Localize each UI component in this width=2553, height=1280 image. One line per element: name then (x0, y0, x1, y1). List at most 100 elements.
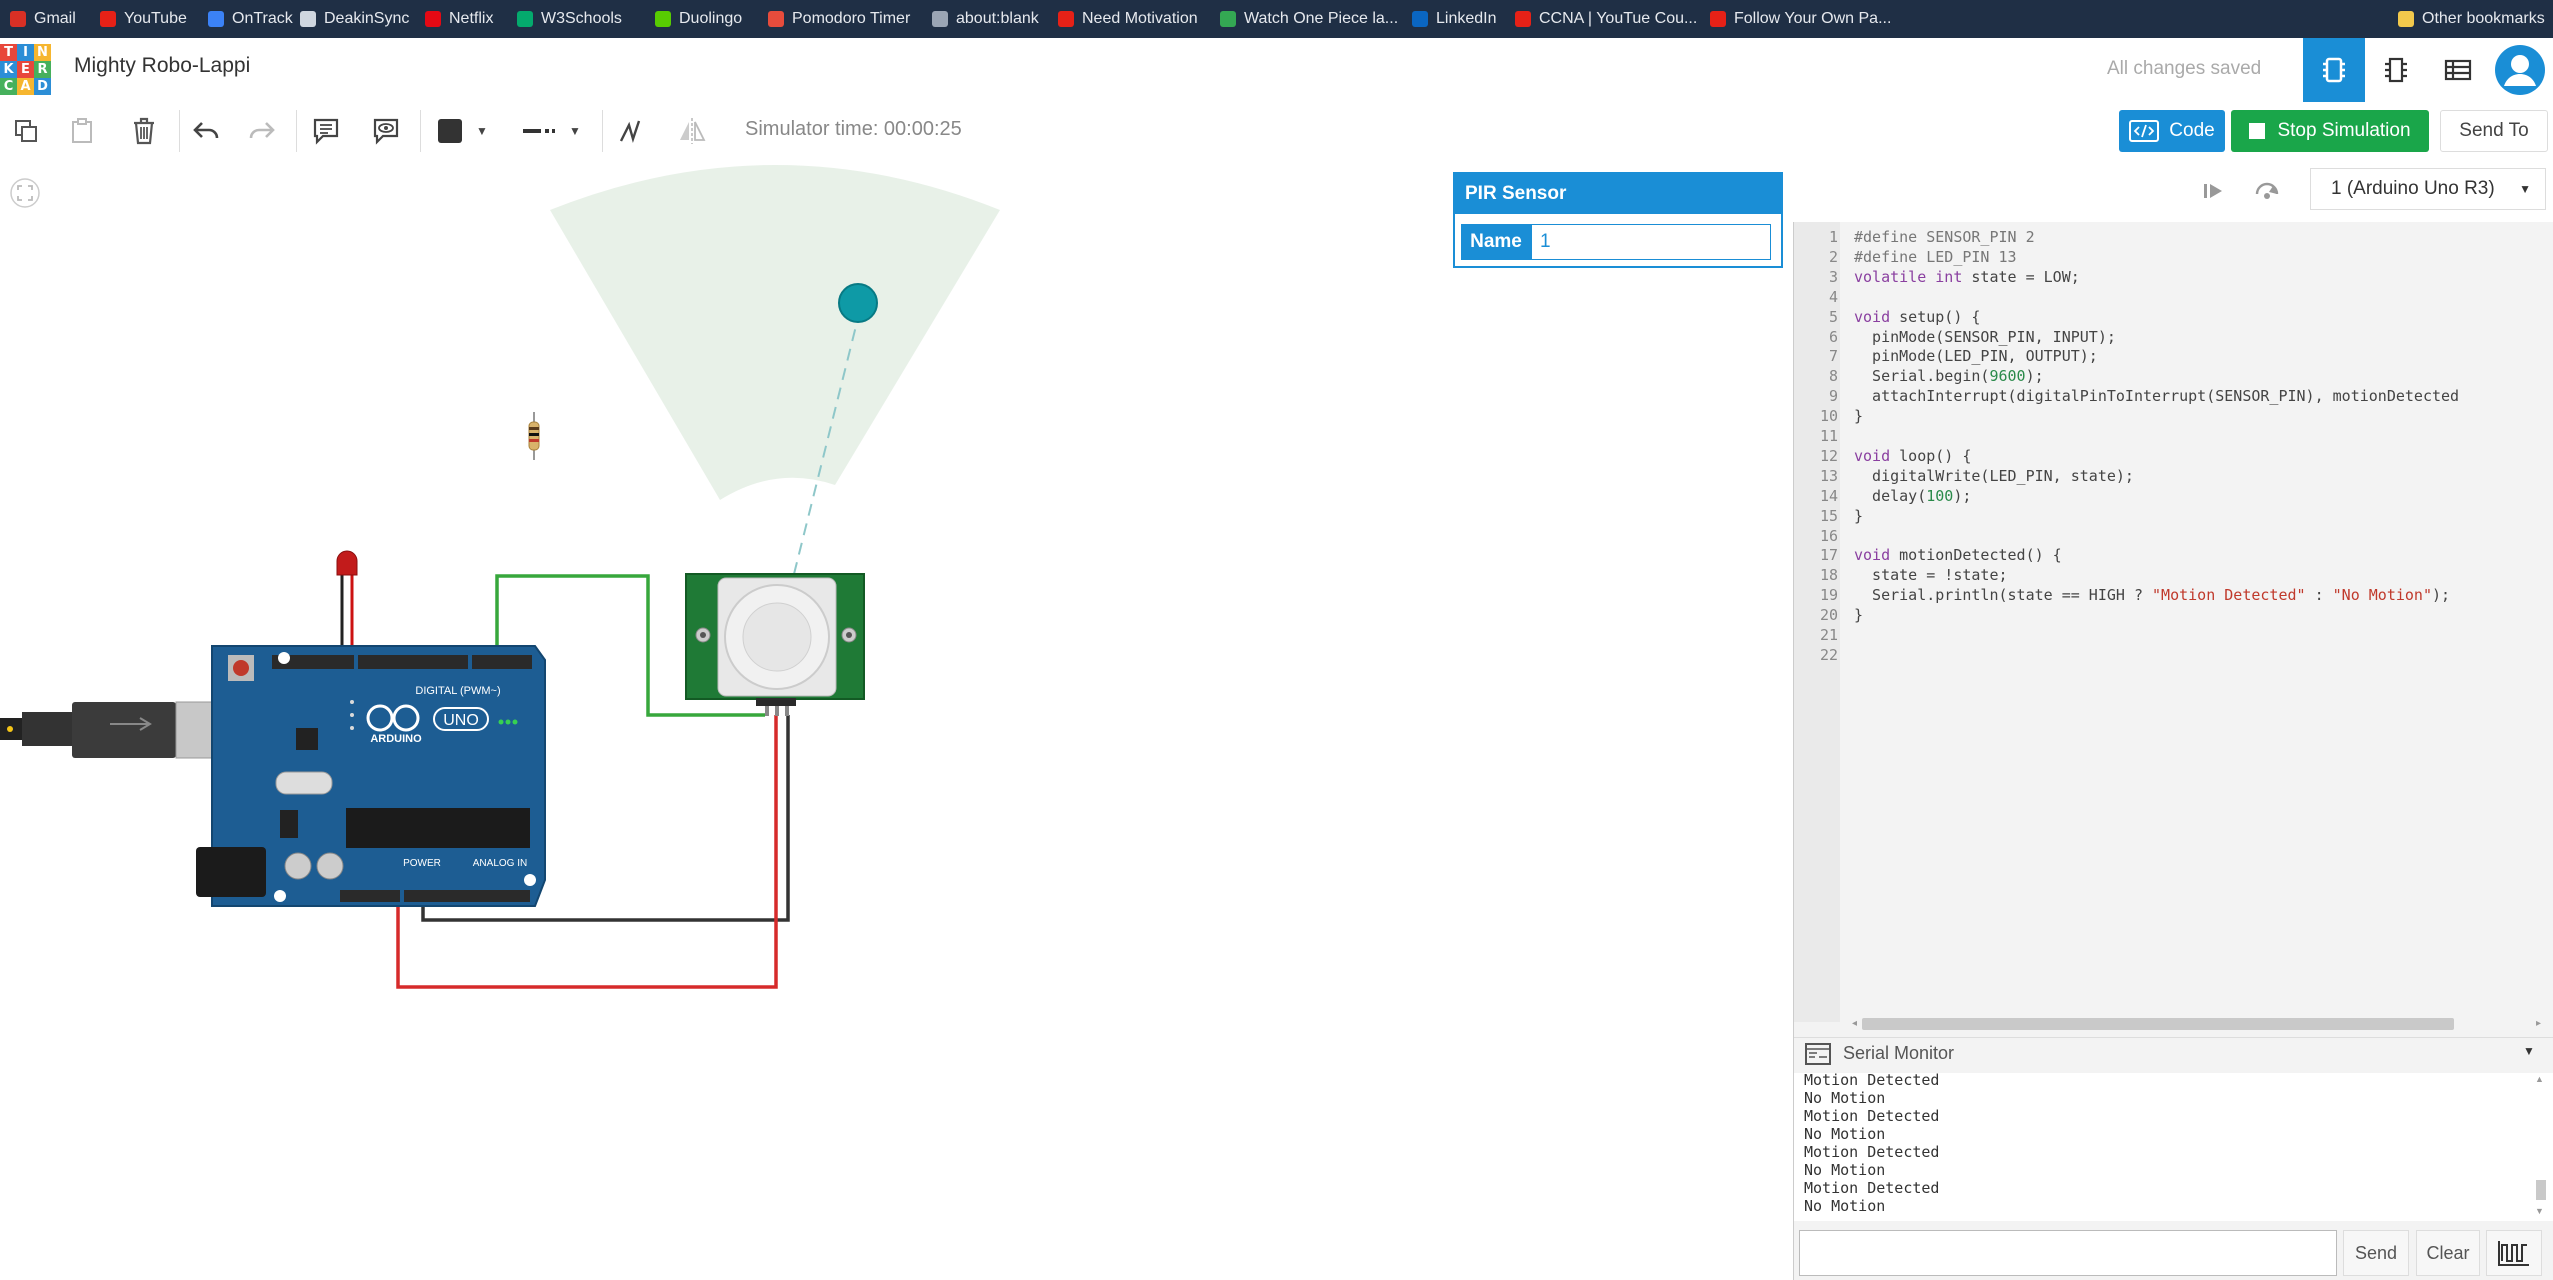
eye-note-icon (373, 118, 399, 145)
line-number: 16 (1819, 526, 1838, 545)
serial-line: No Motion (1804, 1125, 1886, 1143)
red-led[interactable] (336, 550, 358, 660)
bookmark-item[interactable]: Watch One Piece la... (1220, 0, 1398, 38)
bookmark-item[interactable]: CCNA | YouTue Cou... (1515, 0, 1697, 38)
bookmark-item[interactable]: W3Schools (517, 0, 622, 38)
simulated-object[interactable] (838, 283, 878, 323)
globe-icon (932, 11, 948, 27)
line-number: 10 (1819, 407, 1838, 426)
code-editor[interactable]: #define SENSOR_PIN 2 #define LED_PIN 13 vo… (1840, 222, 2553, 1022)
bookmark-label: OnTrack (232, 10, 293, 27)
rotate-button[interactable] (610, 108, 650, 154)
serial-input-field[interactable] (1799, 1230, 2337, 1276)
toggle-notes-visibility-button[interactable] (366, 108, 406, 154)
serial-line: Motion Detected (1804, 1107, 1940, 1125)
wire-type-picker[interactable]: ▼ (510, 108, 592, 154)
bookmark-item[interactable]: Follow Your Own Pa... (1710, 0, 1891, 38)
serial-scrollbar[interactable]: ▲ ▼ (2535, 1074, 2547, 1218)
bookmark-item[interactable]: Duolingo (655, 0, 742, 38)
serial-scrollbar-thumb[interactable] (2536, 1180, 2546, 1200)
code-line: Serial.begin(9600); (1854, 367, 2044, 386)
bookmark-item[interactable]: OnTrack (208, 0, 293, 38)
line-number: 2 (1828, 247, 1838, 266)
line-number: 20 (1819, 606, 1838, 625)
resistor[interactable] (528, 412, 540, 460)
bookmark-label: YouTube (124, 10, 187, 27)
collapse-chevron-icon[interactable]: ▼ (2523, 1044, 2535, 1058)
serial-line: Motion Detected (1804, 1073, 1940, 1089)
paste-button[interactable] (62, 108, 102, 154)
workplane-canvas[interactable]: UNO ARDUINO DIGITAL (PWM~) POWER ANALOG … (0, 162, 1793, 1280)
notes-button[interactable] (306, 108, 346, 154)
chevron-down-icon: ▼ (569, 124, 581, 138)
schematic-icon (2385, 57, 2407, 83)
serial-monitor-icon (1805, 1043, 1831, 1065)
line-number: 9 (1828, 387, 1838, 406)
inspector-name-input[interactable]: 1 (1531, 224, 1771, 260)
code-line: pinMode(LED_PIN, OUTPUT); (1854, 347, 2098, 366)
stop-simulation-button[interactable]: Stop Simulation (2231, 110, 2429, 152)
bookmark-item[interactable]: Netflix (425, 0, 493, 38)
code-line: digitalWrite(LED_PIN, state); (1854, 466, 2134, 485)
serial-clear-button[interactable]: Clear (2416, 1230, 2480, 1276)
bookmark-item[interactable]: Gmail (10, 0, 76, 38)
schematic-view-button[interactable] (2365, 38, 2427, 102)
duolingo-icon (655, 11, 671, 27)
other-bookmarks[interactable]: Other bookmarks (2398, 0, 2545, 38)
copy-button[interactable] (6, 108, 46, 154)
board-analog-label: ANALOG IN (473, 858, 527, 869)
tinkercad-logo[interactable]: TINKERCAD (0, 44, 52, 96)
bookmark-item[interactable]: YouTube (100, 0, 187, 38)
bookmark-item[interactable]: Need Motivation (1058, 0, 1198, 38)
bookmark-label: Gmail (34, 10, 76, 27)
project-title[interactable]: Mighty Robo-Lappi (74, 54, 250, 78)
bookmark-label: Netflix (449, 10, 494, 27)
component-list-button[interactable] (2427, 38, 2489, 102)
other-bookmarks-label: Other bookmarks (2422, 10, 2545, 27)
serial-graph-button[interactable] (2486, 1230, 2542, 1276)
bookmark-item[interactable]: LinkedIn (1412, 0, 1497, 38)
inspector-name-label: Name (1461, 224, 1531, 260)
serial-line: No Motion (1804, 1089, 1886, 1107)
code-line: attachInterrupt(digitalPinToInterrupt(SE… (1854, 387, 2460, 406)
bookmark-item[interactable]: DeakinSync (300, 0, 409, 38)
arduino-uno-board[interactable]: UNO ARDUINO DIGITAL (PWM~) POWER ANALOG … (196, 645, 546, 907)
line-number: 5 (1828, 307, 1838, 326)
undo-button[interactable] (186, 108, 226, 154)
code-line: } (1854, 407, 1864, 426)
device-select[interactable]: 1 (Arduino Uno R3) ▼ (2310, 168, 2546, 210)
circuit-view-button[interactable] (2303, 38, 2365, 102)
bookmark-item[interactable]: Pomodoro Timer (768, 0, 910, 38)
scroll-up-icon: ▲ (2535, 1074, 2544, 1084)
code-button[interactable]: Code (2119, 110, 2225, 152)
ontrack-icon (208, 11, 224, 27)
user-avatar[interactable] (2489, 38, 2551, 102)
code-line: } (1854, 606, 1864, 625)
serial-send-button[interactable]: Send (2343, 1230, 2409, 1276)
youtube-icon (1058, 11, 1074, 27)
scrollbar-thumb[interactable] (1862, 1018, 2454, 1030)
paste-icon (72, 118, 92, 143)
debug-button[interactable] (2250, 176, 2284, 206)
flip-button[interactable] (672, 108, 712, 154)
deakinsync-icon (300, 11, 316, 27)
bookmark-item[interactable]: about:blank (932, 0, 1039, 38)
delete-button[interactable] (124, 108, 164, 154)
pir-sensor[interactable] (685, 573, 865, 716)
gmail-icon (10, 11, 26, 27)
logo-letter: T (0, 44, 17, 61)
logo-letter: A (17, 78, 34, 95)
list-table-icon (2444, 59, 2472, 81)
color-picker[interactable]: ▼ (426, 108, 500, 154)
serial-monitor-output: Motion Detected No Motion Motion Detected N… (1794, 1073, 2553, 1221)
send-to-button[interactable]: Send To (2440, 110, 2548, 152)
code-line: #define SENSOR_PIN 2 (1854, 228, 2035, 246)
bookmarks-bar: Gmail YouTube OnTrack DeakinSync Netflix W3Sc… (0, 0, 2553, 38)
serial-line: No Motion (1804, 1161, 1886, 1179)
redo-button[interactable] (242, 108, 282, 154)
step-button[interactable] (2196, 176, 2230, 206)
code-horizontal-scrollbar[interactable]: ◂ ▸ (1852, 1016, 2547, 1032)
toolbar-divider (602, 110, 603, 152)
logo-letter: E (17, 61, 34, 78)
logo-letter: C (0, 78, 17, 95)
